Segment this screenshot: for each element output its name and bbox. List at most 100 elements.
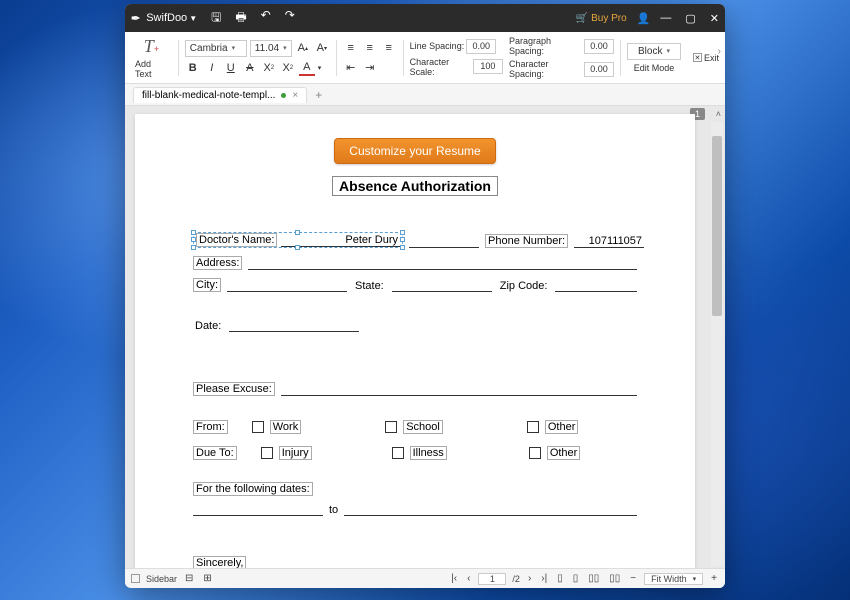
view-single-icon[interactable]: ▯ <box>555 573 565 584</box>
exit-button[interactable]: ✕Exit <box>693 53 719 63</box>
account-icon[interactable]: 👤 <box>637 12 651 25</box>
italic-icon[interactable]: I <box>204 60 220 76</box>
char-spacing-input[interactable]: 0.00 <box>584 62 614 77</box>
align-right-icon[interactable]: ≡ <box>381 40 397 56</box>
customize-resume-button[interactable]: Customize your Resume <box>334 138 495 164</box>
tab-label: fill-blank-medical-note-templ... <box>142 90 275 101</box>
page-total: /2 <box>512 574 520 584</box>
font-family-select[interactable]: Cambria▾ <box>185 40 247 57</box>
increase-font-icon[interactable]: A▴ <box>295 40 311 56</box>
scrollbar-thumb[interactable] <box>712 136 722 316</box>
other-due-checkbox[interactable] <box>529 447 541 459</box>
work-checkbox[interactable] <box>252 421 264 433</box>
view-facing-icon[interactable]: ▯▯ <box>586 573 601 584</box>
align-center-icon[interactable]: ≡ <box>362 40 378 56</box>
scroll-up-icon[interactable]: ˄ <box>716 109 721 119</box>
line-spacing-label: Line Spacing: <box>410 41 465 51</box>
dates-label: For the following dates: <box>193 482 313 496</box>
sincerely-label: Sincerely, <box>193 556 246 568</box>
due-to-label: Due To: <box>193 446 237 460</box>
document-area: 1 ˄ Customize your Resume Absence Author… <box>125 106 725 568</box>
decrease-font-icon[interactable]: A▾ <box>314 40 330 56</box>
align-left-icon[interactable]: ≡ <box>343 40 359 56</box>
para-spacing-input[interactable]: 0.00 <box>584 39 614 54</box>
app-name: SwifDoo <box>146 12 187 24</box>
excuse-line[interactable] <box>281 395 637 396</box>
state-label: State: <box>353 280 386 292</box>
undo-icon[interactable]: ↶ <box>261 8 271 29</box>
zip-label: Zip Code: <box>498 280 550 292</box>
doctor-name-selection[interactable]: Doctor's Name: Peter Dury <box>193 232 403 248</box>
para-spacing-label: Paragraph Spacing: <box>509 36 582 56</box>
close-button[interactable]: ✕ <box>710 12 719 25</box>
illness-checkbox[interactable] <box>392 447 404 459</box>
date-to-line[interactable] <box>344 515 637 516</box>
city-line[interactable] <box>227 291 347 292</box>
zoom-in-icon[interactable]: + <box>709 573 719 584</box>
font-size-select[interactable]: 11.04▾ <box>250 40 292 57</box>
injury-checkbox[interactable] <box>261 447 273 459</box>
ribbon-expand-icon[interactable]: › <box>718 46 721 57</box>
address-line[interactable] <box>248 269 637 270</box>
font-color-icon[interactable]: A <box>299 60 315 76</box>
add-text-button[interactable]: T+ Add Text <box>131 36 172 79</box>
line-spacing-input[interactable]: 0.00 <box>466 39 496 54</box>
superscript-icon[interactable]: X2 <box>261 60 277 76</box>
other-from-checkbox[interactable] <box>527 421 539 433</box>
sidebar-collapse-icon[interactable]: ⊟ <box>183 573 195 584</box>
other-from-label: Other <box>545 420 579 434</box>
zoom-select[interactable]: Fit Width▾ <box>644 573 703 585</box>
add-text-icon: T+ <box>144 36 159 57</box>
new-tab-button[interactable]: + <box>315 88 322 102</box>
font-color-dropdown-icon[interactable]: ▾ <box>318 64 322 72</box>
illness-label: Illness <box>410 446 447 460</box>
excuse-label: Please Excuse: <box>193 382 275 396</box>
city-label: City: <box>193 278 221 292</box>
next-page-icon[interactable]: › <box>526 573 533 584</box>
to-label: to <box>329 504 338 516</box>
date-line[interactable] <box>229 331 359 332</box>
bold-icon[interactable]: B <box>185 60 201 76</box>
edit-mode-select[interactable]: Block▾ <box>627 43 681 60</box>
buy-pro-link[interactable]: 🛒 Buy Pro <box>576 13 627 24</box>
decrease-indent-icon[interactable]: ⇤ <box>343 59 359 75</box>
phone-value[interactable]: 107111057 <box>574 235 644 248</box>
doctor-name-label: Doctor's Name: <box>196 233 277 247</box>
maximize-button[interactable]: ▢ <box>685 12 695 25</box>
document-page[interactable]: Customize your Resume Absence Authorizat… <box>135 114 695 568</box>
document-tab[interactable]: fill-blank-medical-note-templ... × <box>133 87 307 103</box>
last-page-icon[interactable]: ›| <box>539 573 549 584</box>
increase-indent-icon[interactable]: ⇥ <box>362 59 378 75</box>
tab-bar: fill-blank-medical-note-templ... × + <box>125 84 725 106</box>
sidebar-checkbox[interactable] <box>131 574 140 583</box>
sidebar-expand-icon[interactable]: ⊞ <box>201 573 213 584</box>
date-from-line[interactable] <box>193 515 323 516</box>
doctor-name-line2[interactable] <box>409 247 479 248</box>
page-number-input[interactable]: 1 <box>478 573 506 585</box>
tab-close-icon[interactable]: × <box>292 90 298 101</box>
prev-page-icon[interactable]: ‹ <box>465 573 472 584</box>
subscript-icon[interactable]: X2 <box>280 60 296 76</box>
underline-icon[interactable]: U <box>223 60 239 76</box>
phone-label: Phone Number: <box>485 234 568 248</box>
minimize-button[interactable]: — <box>660 12 671 25</box>
sidebar-label: Sidebar <box>146 574 177 584</box>
app-window: ✒ SwifDoo ▼ 🖫 🖶 ↶ ↷ 🛒 Buy Pro 👤 — ▢ ✕ T+… <box>125 4 725 588</box>
unsaved-indicator-icon <box>281 93 286 98</box>
strikethrough-icon[interactable]: A <box>242 60 258 76</box>
app-menu-dropdown-icon[interactable]: ▼ <box>189 14 197 23</box>
save-icon[interactable]: 🖫 <box>211 8 221 29</box>
first-page-icon[interactable]: |‹ <box>449 573 459 584</box>
print-icon[interactable]: 🖶 <box>235 8 246 29</box>
view-continuous-facing-icon[interactable]: ▯▯ <box>607 573 622 584</box>
vertical-scrollbar[interactable] <box>711 122 723 566</box>
app-logo: ✒ <box>131 12 140 25</box>
view-continuous-icon[interactable]: ▯ <box>571 573 581 584</box>
redo-icon[interactable]: ↷ <box>285 8 295 29</box>
school-checkbox[interactable] <box>385 421 397 433</box>
zoom-out-icon[interactable]: − <box>628 573 638 584</box>
char-scale-input[interactable]: 100 <box>473 59 503 74</box>
zip-line[interactable] <box>555 291 637 292</box>
from-label: From: <box>193 420 228 434</box>
state-line[interactable] <box>392 291 492 292</box>
